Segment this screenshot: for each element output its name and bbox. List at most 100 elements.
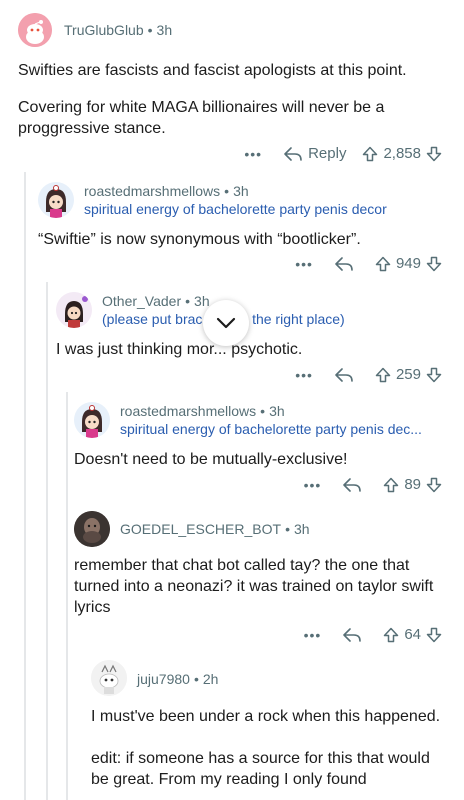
- avatar[interactable]: [91, 660, 127, 696]
- vote-count: 949: [395, 255, 421, 272]
- user-avatar-icon: [56, 292, 92, 328]
- reply-button[interactable]: [335, 256, 359, 272]
- username[interactable]: GOEDEL_ESCHER_BOT: [120, 521, 281, 537]
- user-avatar-icon: [74, 402, 110, 438]
- vote-count: 259: [395, 366, 421, 383]
- reply-label: Reply: [308, 145, 347, 162]
- comment-actions: ••• 89: [304, 476, 442, 493]
- vote-controls: 2,858: [362, 145, 442, 162]
- comment-paragraph: I was just thinking mor... psychotic.: [56, 339, 446, 360]
- separator-dot: •: [224, 183, 230, 199]
- upvote-icon[interactable]: [375, 256, 391, 272]
- vote-count: 64: [404, 626, 421, 643]
- downvote-icon[interactable]: [426, 477, 442, 493]
- username[interactable]: TruGlubGlub: [64, 22, 144, 38]
- more-options-button[interactable]: •••: [295, 256, 313, 272]
- comment-meta: TruGlubGlub • 3h: [64, 22, 172, 38]
- user-flair: (please put brac n the right place): [102, 311, 452, 327]
- more-options-button[interactable]: •••: [304, 627, 322, 643]
- separator-dot: •: [185, 293, 191, 309]
- vote-controls: 949: [375, 255, 442, 272]
- separator-dot: •: [260, 403, 266, 419]
- comment-body: remember that chat bot called tay? the o…: [74, 555, 452, 618]
- downvote-icon[interactable]: [426, 256, 442, 272]
- user-avatar-icon: [74, 511, 110, 547]
- comment-body: Swifties are fascists and fascist apolog…: [18, 60, 448, 139]
- downvote-icon[interactable]: [426, 367, 442, 383]
- comment-meta: Other_Vader • 3h: [102, 293, 210, 309]
- comment-paragraph: “Swiftie” is now synonymous with “bootli…: [38, 231, 361, 248]
- comment-paragraph: edit: if someone has a source for this t…: [91, 750, 430, 788]
- username[interactable]: roastedmarshmellows: [120, 403, 256, 419]
- comment-body: I must've been under a rock when this ha…: [91, 706, 446, 790]
- separator-dot: •: [147, 22, 153, 38]
- reply-button[interactable]: Reply: [284, 145, 346, 162]
- upvote-icon[interactable]: [383, 627, 399, 643]
- comment-paragraph: remember that chat bot called tay? the o…: [74, 557, 434, 616]
- downvote-icon[interactable]: [426, 627, 442, 643]
- avatar[interactable]: [56, 292, 92, 328]
- username[interactable]: roastedmarshmellows: [84, 183, 220, 199]
- comment-paragraph: Doesn't need to be mutually-exclusive!: [74, 451, 348, 468]
- comment-paragraph: Swifties are fascists and fascist apolog…: [18, 62, 407, 79]
- upvote-icon[interactable]: [375, 367, 391, 383]
- timestamp: 3h: [233, 183, 249, 199]
- reply-arrow-icon: [343, 477, 362, 492]
- upvote-icon[interactable]: [362, 146, 378, 162]
- thread-line: [24, 172, 26, 800]
- comment-meta: juju7980 • 2h: [137, 671, 218, 687]
- comment-meta: roastedmarshmellows • 3h: [84, 183, 249, 199]
- reply-button[interactable]: [343, 477, 367, 493]
- comment-actions: ••• 64: [304, 626, 442, 643]
- timestamp: 3h: [194, 293, 210, 309]
- avatar[interactable]: [18, 13, 52, 47]
- comment-paragraph: Covering for white MAGA billionaires wil…: [18, 99, 385, 137]
- comment-actions: ••• 259: [295, 366, 442, 383]
- more-options-button[interactable]: •••: [295, 367, 313, 383]
- separator-dot: •: [193, 671, 199, 687]
- comment-body: Doesn't need to be mutually-exclusive!: [74, 449, 448, 470]
- avatar[interactable]: [74, 511, 110, 547]
- comment-body: I was just thinking mor... psychotic.: [56, 339, 446, 360]
- more-options-button[interactable]: •••: [244, 146, 262, 162]
- reply-arrow-icon: [343, 627, 362, 642]
- vote-count: 89: [404, 476, 421, 493]
- vote-count: 2,858: [383, 145, 421, 162]
- snoo-avatar-icon: [91, 660, 127, 696]
- separator-dot: •: [285, 521, 290, 537]
- timestamp: 2h: [202, 671, 219, 687]
- username[interactable]: Other_Vader: [102, 293, 181, 309]
- user-flair: spiritual energy of bachelorette party p…: [120, 421, 422, 437]
- reply-button[interactable]: [335, 367, 359, 383]
- user-flair: spiritual energy of bachelorette party p…: [84, 201, 387, 217]
- comment-text: I was just thinking mor: [56, 341, 214, 358]
- comment-actions: ••• 949: [295, 255, 442, 272]
- user-flair-text: n the right place): [240, 311, 345, 327]
- vote-controls: 259: [375, 366, 442, 383]
- downvote-icon[interactable]: [426, 146, 442, 162]
- comment-body: “Swiftie” is now synonymous with “bootli…: [38, 229, 448, 250]
- vote-controls: 89: [383, 476, 442, 493]
- thread-line: [66, 392, 68, 800]
- vote-controls: 64: [383, 626, 442, 643]
- more-options-button[interactable]: •••: [304, 477, 322, 493]
- comment-paragraph: I must've been under a rock when this ha…: [91, 708, 441, 725]
- comment-meta: roastedmarshmellows • 3h: [120, 403, 285, 419]
- timestamp: 3h: [156, 22, 173, 38]
- timestamp: 3h: [293, 521, 310, 537]
- reply-button[interactable]: [343, 627, 367, 643]
- thread-line: [46, 282, 48, 800]
- comment-meta: GOEDEL_ESCHER_BOT • 3h: [120, 521, 310, 537]
- timestamp: 3h: [269, 403, 285, 419]
- upvote-icon[interactable]: [383, 477, 399, 493]
- username[interactable]: juju7980: [137, 671, 190, 687]
- comment-actions: ••• Reply 2,858: [244, 145, 442, 162]
- avatar[interactable]: [38, 182, 74, 218]
- snoo-avatar-icon: [18, 13, 52, 47]
- reply-arrow-icon: [335, 256, 353, 271]
- user-flair-text: (please put brac: [102, 311, 203, 327]
- user-avatar-icon: [38, 182, 74, 218]
- scroll-down-button[interactable]: [203, 300, 249, 346]
- avatar[interactable]: [74, 402, 110, 438]
- reply-arrow-icon: [335, 367, 353, 382]
